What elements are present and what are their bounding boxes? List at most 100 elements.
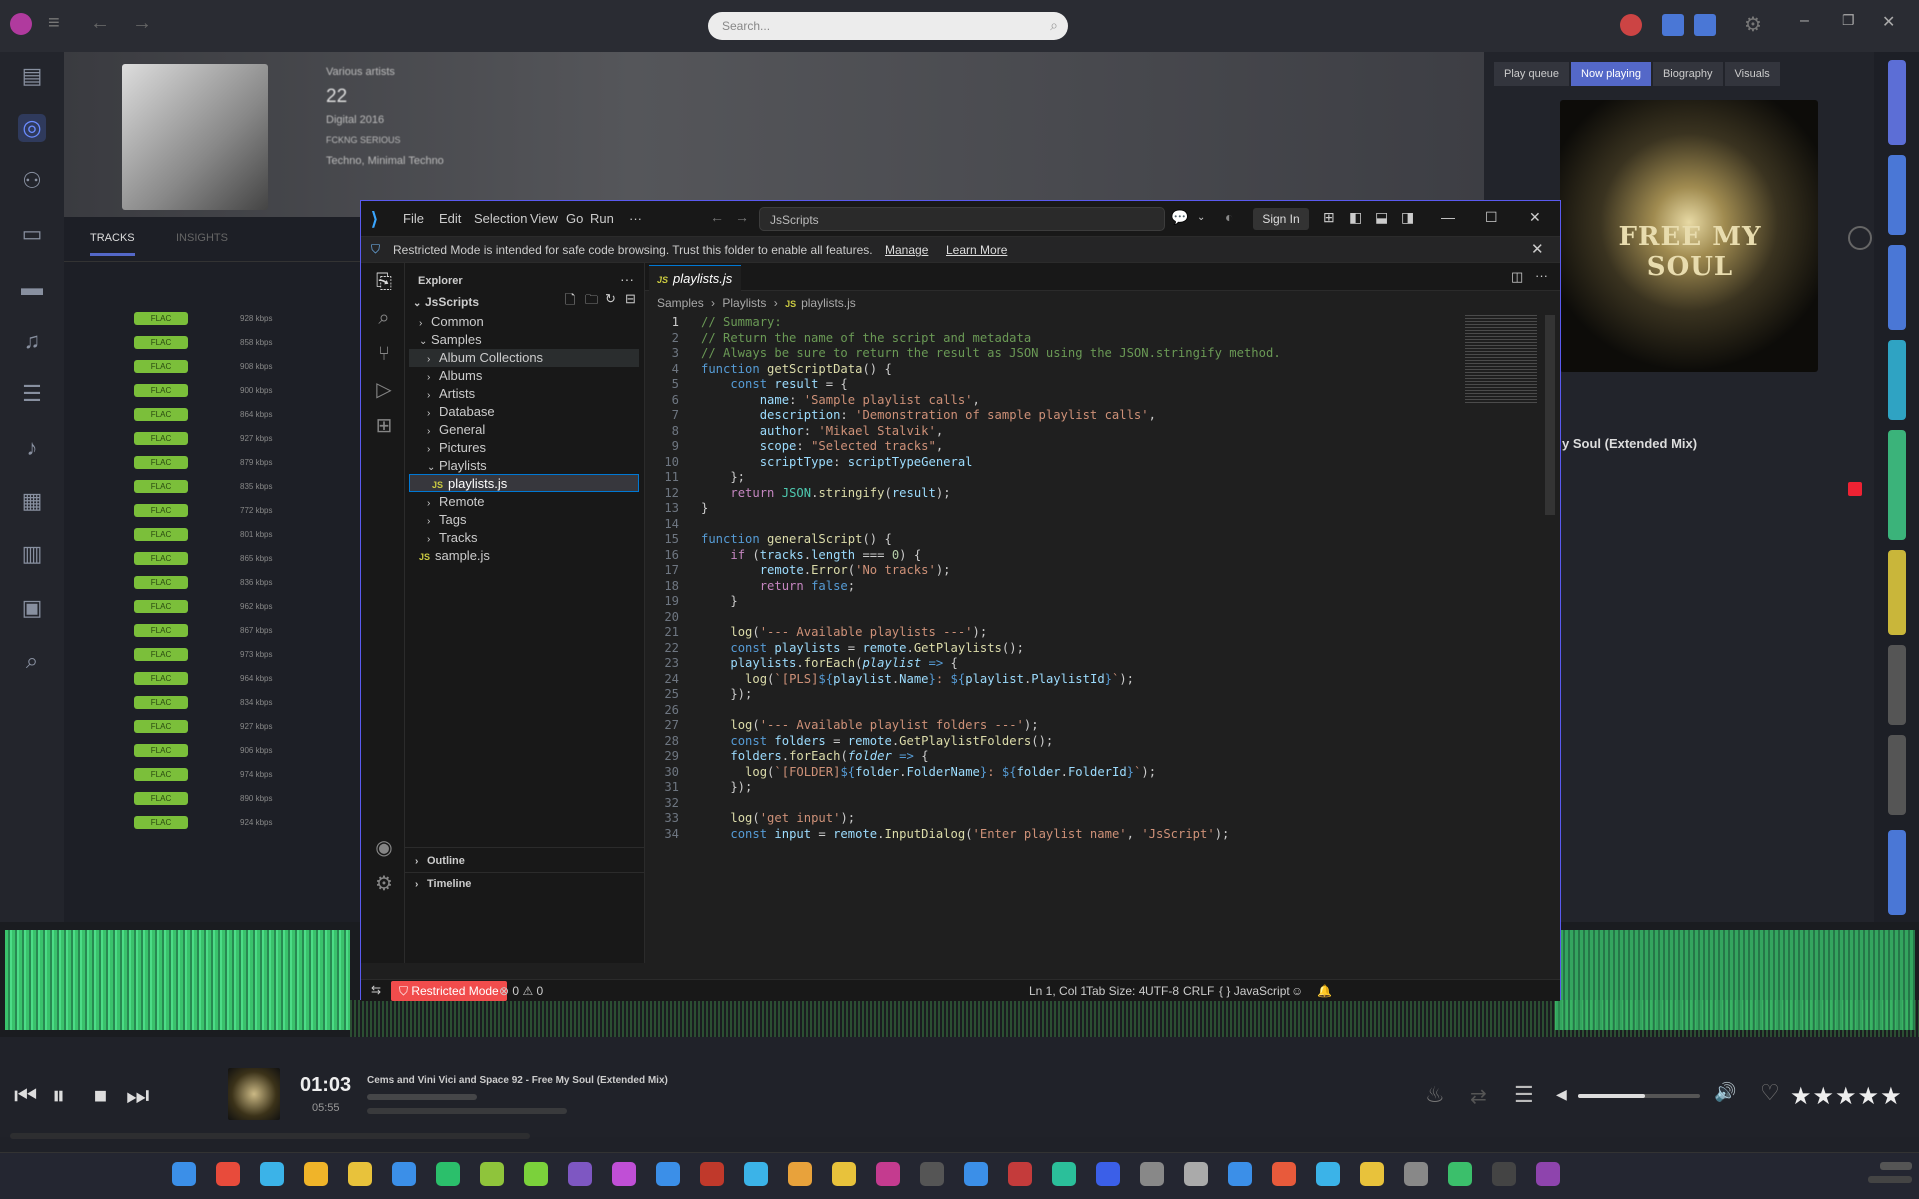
rail-tab-5[interactable] xyxy=(1888,430,1906,540)
tree-item-remote[interactable]: › Remote xyxy=(427,493,485,511)
account-icon[interactable]: ◉ xyxy=(373,837,395,859)
rail-tab-6[interactable] xyxy=(1888,550,1906,635)
taskbar-app-icon[interactable] xyxy=(1184,1162,1208,1186)
forward-arrow-icon[interactable]: → xyxy=(132,12,152,35)
collapse-all-icon[interactable]: ⊟ xyxy=(625,291,636,307)
tab-now-playing[interactable]: Now playing xyxy=(1571,62,1651,86)
playlist-icon[interactable]: ☰ xyxy=(18,380,46,408)
sign-in-button[interactable]: Sign In xyxy=(1253,208,1309,230)
taskbar-app-icon[interactable] xyxy=(612,1162,636,1186)
search-icon[interactable]: ⌕ xyxy=(18,647,46,675)
tree-item-pictures[interactable]: › Pictures xyxy=(427,439,486,457)
stats-icon[interactable]: ▥ xyxy=(18,540,46,568)
accounts-icon[interactable]: ◐ xyxy=(1225,209,1233,225)
remote-icon[interactable]: ⇆ xyxy=(371,983,381,997)
menu-more[interactable]: ··· xyxy=(629,211,642,226)
banner-close-icon[interactable]: ✕ xyxy=(1531,240,1544,258)
taskbar-app-icon[interactable] xyxy=(480,1162,504,1186)
menu-run[interactable]: Run xyxy=(590,211,614,226)
customize-layout-icon[interactable]: ⊞ xyxy=(1323,209,1335,226)
toggle-sidebar-icon[interactable]: ◧ xyxy=(1349,209,1362,226)
rail-tab-1[interactable] xyxy=(1888,60,1906,145)
editor-scrollbar[interactable] xyxy=(1545,315,1555,515)
taskbar-app-icon[interactable] xyxy=(832,1162,856,1186)
taskbar-app-icon[interactable] xyxy=(1360,1162,1384,1186)
tree-item-playlists[interactable]: ⌄ Playlists xyxy=(427,457,487,475)
breadcrumb-samples[interactable]: Samples xyxy=(657,296,704,310)
minimap[interactable] xyxy=(1465,315,1537,405)
tab-play-queue[interactable]: Play queue xyxy=(1494,62,1570,86)
tree-item-common[interactable]: › Common xyxy=(419,313,484,331)
taskbar-app-icon[interactable] xyxy=(1492,1162,1516,1186)
new-file-icon[interactable]: 🗋 xyxy=(565,291,575,313)
avatar[interactable] xyxy=(1620,14,1642,36)
manage-gear-icon[interactable]: ⚙ xyxy=(373,873,395,895)
pause-icon[interactable]: ⏸ xyxy=(52,1080,65,1112)
tree-item-sample-js[interactable]: JS sample.js xyxy=(419,547,490,565)
notifications-bell-icon[interactable]: 🔔 xyxy=(1317,984,1332,998)
manage-link[interactable]: Manage xyxy=(885,243,928,257)
copilot-icon[interactable]: ☺ xyxy=(1291,984,1303,998)
rail-tab-9[interactable] xyxy=(1888,830,1906,915)
tree-root[interactable]: ⌄ JsScripts xyxy=(413,293,479,311)
taskbar-app-icon[interactable] xyxy=(876,1162,900,1186)
device-icon[interactable]: ▣ xyxy=(18,594,46,622)
taskbar-app-icon[interactable] xyxy=(788,1162,812,1186)
rail-tab-3[interactable] xyxy=(1888,245,1906,330)
toggle-secondary-sidebar-icon[interactable]: ◨ xyxy=(1401,209,1414,226)
crossfade-icon[interactable]: ⇄ xyxy=(1470,1084,1487,1109)
copilot-chat-icon[interactable]: 💬 xyxy=(1171,209,1188,226)
taskbar-app-icon[interactable] xyxy=(392,1162,416,1186)
tab-tracks[interactable]: TRACKS xyxy=(90,232,135,256)
cursor-position[interactable]: Ln 1, Col 1 xyxy=(1029,984,1087,998)
new-folder-icon[interactable]: 🗀 xyxy=(585,291,598,313)
menu-edit[interactable]: Edit xyxy=(439,211,461,226)
restricted-mode-button[interactable]: ⛉ Restricted Mode xyxy=(391,981,507,1001)
source-control-icon[interactable]: ⑂ xyxy=(373,343,395,365)
hamburger-icon[interactable]: ≡ xyxy=(48,12,60,35)
next-artwork-icon[interactable] xyxy=(1848,226,1872,250)
tree-item-general[interactable]: › General xyxy=(427,421,485,439)
line-ending[interactable]: CRLF xyxy=(1183,984,1214,998)
taskbar-app-icon[interactable] xyxy=(1448,1162,1472,1186)
taskbar-app-icon[interactable] xyxy=(1536,1162,1560,1186)
previous-icon[interactable]: ⏮ xyxy=(14,1080,37,1112)
extensions-icon[interactable]: ⊞ xyxy=(373,415,395,437)
nav-forward-icon[interactable]: → xyxy=(735,209,749,225)
stop-icon[interactable]: ⏹ xyxy=(94,1080,107,1112)
tree-item-albums[interactable]: › Albums xyxy=(427,367,482,385)
search-icon[interactable]: ⌕ xyxy=(373,307,395,329)
taskbar-app-icon[interactable] xyxy=(348,1162,372,1186)
chevron-down-icon[interactable]: ⌄ xyxy=(1197,212,1205,223)
tree-item-database[interactable]: › Database xyxy=(427,403,495,421)
taskbar-app-icon[interactable] xyxy=(1404,1162,1428,1186)
learn-more-link[interactable]: Learn More xyxy=(946,243,1007,257)
taskbar-app-icon[interactable] xyxy=(260,1162,284,1186)
volume-slider[interactable] xyxy=(1578,1094,1700,1098)
inbox-icon[interactable]: ▭ xyxy=(18,220,46,248)
tree-item-playlists-js[interactable]: JS playlists.js xyxy=(409,474,639,492)
layout-left-icon[interactable] xyxy=(1662,14,1684,36)
taskbar-app-icon[interactable] xyxy=(656,1162,680,1186)
nav-back-icon[interactable]: ← xyxy=(710,209,724,225)
taskbar-app-icon[interactable] xyxy=(1052,1162,1076,1186)
language-mode[interactable]: { } JavaScript xyxy=(1219,984,1290,998)
taskbar-app-icon[interactable] xyxy=(1272,1162,1296,1186)
minimize-icon[interactable]: — xyxy=(1441,209,1455,225)
taskbar-app-icon[interactable] xyxy=(1228,1162,1252,1186)
layout-right-icon[interactable] xyxy=(1694,14,1716,36)
tab-playlists-js[interactable]: JS playlists.js xyxy=(649,265,741,291)
tree-item-tracks[interactable]: › Tracks xyxy=(427,529,478,547)
next-icon[interactable]: ⏭ xyxy=(126,1080,149,1112)
heart-icon[interactable]: ♡ xyxy=(1760,1080,1780,1106)
breadcrumb-file[interactable]: playlists.js xyxy=(801,296,856,310)
library-icon[interactable]: ▤ xyxy=(18,62,46,90)
encoding[interactable]: UTF-8 xyxy=(1145,984,1179,998)
taskbar-app-icon[interactable] xyxy=(304,1162,328,1186)
player-search-input[interactable]: Search... ⌕ xyxy=(708,12,1068,40)
rail-tab-7[interactable] xyxy=(1888,645,1906,725)
tree-item-artists[interactable]: › Artists xyxy=(427,385,475,403)
note-icon[interactable]: ♪ xyxy=(18,434,46,462)
flame-icon[interactable]: ♨ xyxy=(1425,1082,1445,1108)
rail-tab-2[interactable] xyxy=(1888,155,1906,235)
